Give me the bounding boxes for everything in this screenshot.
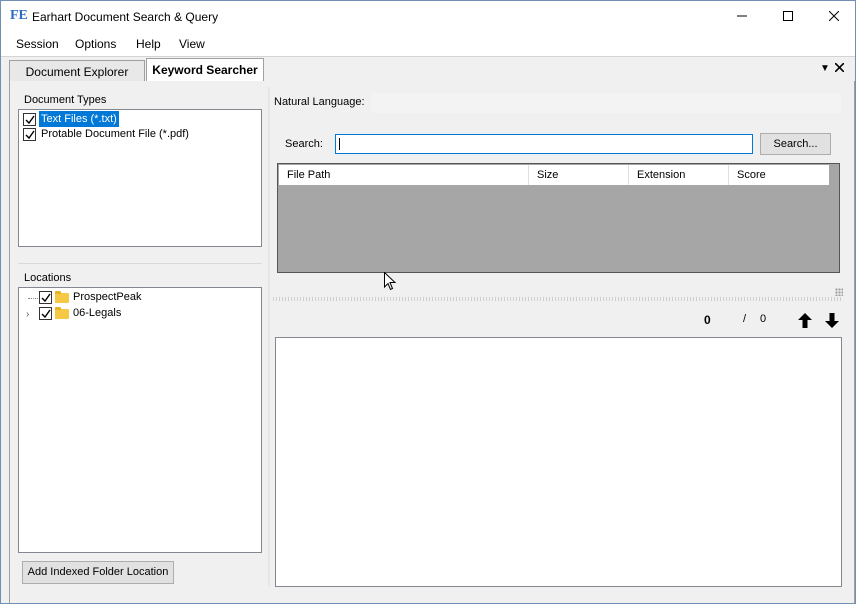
match-total: 0 (760, 313, 767, 325)
tree-connector (28, 298, 38, 299)
chevron-right-icon[interactable]: › (26, 309, 29, 320)
vertical-splitter[interactable] (268, 87, 270, 587)
search-label: Search: (285, 138, 323, 150)
search-input[interactable] (335, 134, 753, 154)
check-icon (41, 293, 51, 303)
list-item-label: Protable Document File (*.pdf) (41, 128, 189, 140)
grid-header: File Path Size Extension Score (279, 165, 829, 185)
mouse-cursor-icon (384, 271, 397, 294)
folder-icon (55, 307, 69, 319)
tree-item-label: 06-Legals (73, 307, 122, 319)
checkbox-06-legals[interactable] (39, 307, 52, 320)
app-icon: FE (10, 8, 28, 23)
folder-icon (55, 291, 69, 303)
column-header-extension[interactable]: Extension (629, 165, 729, 185)
title-bar: FE Earhart Document Search & Query (1, 1, 855, 32)
check-icon (25, 115, 35, 125)
horizontal-splitter[interactable] (273, 297, 843, 301)
locations-label: Locations (24, 272, 72, 284)
tree-item[interactable]: ProspectPeak (19, 290, 259, 306)
minimize-icon (737, 15, 747, 17)
checkbox-text-files[interactable] (23, 113, 36, 126)
search-button[interactable]: Search... (760, 133, 831, 155)
menu-bar: Session Options Help View (1, 32, 855, 56)
tab-list-dropdown-icon[interactable]: ▼ (820, 63, 830, 74)
close-icon (829, 11, 839, 21)
check-icon (25, 130, 35, 140)
tab-document-explorer[interactable]: Document Explorer (9, 60, 145, 82)
menu-session[interactable]: Session (16, 37, 59, 51)
menu-options[interactable]: Options (75, 37, 116, 51)
add-indexed-folder-button[interactable]: Add Indexed Folder Location (22, 561, 174, 584)
divider (18, 263, 262, 264)
results-grid[interactable]: File Path Size Extension Score (277, 163, 840, 273)
match-current: 0 (704, 313, 711, 327)
window-title: Earhart Document Search & Query (32, 10, 219, 24)
tree-item-label: ProspectPeak (73, 291, 142, 303)
maximize-icon (783, 11, 793, 21)
column-header-score[interactable]: Score (729, 165, 829, 185)
locations-tree[interactable]: ProspectPeak › 06-Legals (18, 287, 262, 553)
document-preview-pane[interactable] (275, 337, 842, 587)
natural-language-field[interactable] (371, 93, 841, 113)
checkbox-prospectpeak[interactable] (39, 291, 52, 304)
list-item[interactable]: Text Files (*.txt) (20, 111, 260, 127)
match-separator: / (743, 313, 747, 325)
app-window: FE Earhart Document Search & Query Sessi… (0, 0, 856, 604)
tab-close-icon[interactable] (834, 61, 845, 75)
checkbox-pdf-files[interactable] (23, 128, 36, 141)
menu-help[interactable]: Help (136, 37, 161, 51)
maximize-button[interactable] (765, 1, 811, 32)
list-item-label: Text Files (*.txt) (39, 111, 119, 127)
document-types-list[interactable]: Text Files (*.txt) Protable Document Fil… (18, 109, 262, 247)
natural-language-label: Natural Language: (274, 96, 365, 108)
column-header-file-path[interactable]: File Path (279, 165, 529, 185)
text-caret (339, 138, 340, 150)
list-item[interactable]: Protable Document File (*.pdf) (20, 126, 260, 142)
tab-keyword-searcher[interactable]: Keyword Searcher (146, 58, 264, 82)
check-icon (41, 309, 51, 319)
column-header-size[interactable]: Size (529, 165, 629, 185)
arrow-up-icon[interactable] (798, 313, 812, 331)
minimize-button[interactable] (719, 1, 765, 32)
close-button[interactable] (811, 1, 856, 32)
menu-view[interactable]: View (179, 37, 205, 51)
arrow-down-icon[interactable] (825, 313, 839, 331)
tab-strip: Document Explorer Keyword Searcher ▼ (1, 56, 855, 82)
resize-grip-icon[interactable] (835, 288, 843, 296)
tree-item[interactable]: › 06-Legals (19, 306, 259, 322)
document-types-label: Document Types (24, 94, 107, 106)
